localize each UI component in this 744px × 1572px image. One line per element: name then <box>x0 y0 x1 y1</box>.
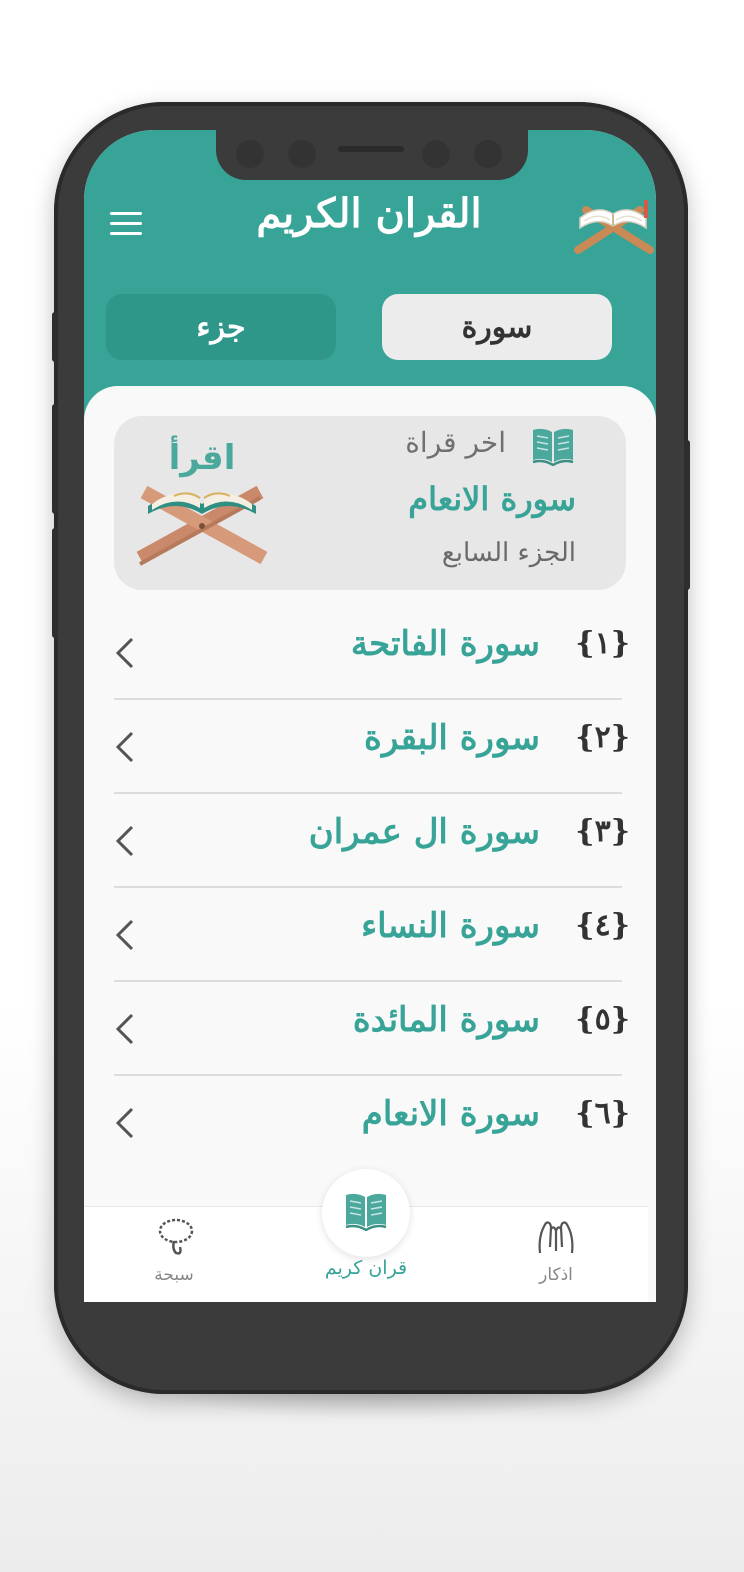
last-read-juz: الجزء السابع <box>441 538 576 568</box>
surah-name: سورة الفاتحة <box>350 624 540 664</box>
open-book-icon <box>532 428 574 466</box>
camera-dot <box>474 140 502 168</box>
volume-down-button <box>52 528 58 638</box>
volume-up-button <box>52 404 58 514</box>
quran-stand-illustration <box>136 485 268 566</box>
nav-quran[interactable]: قران كريم <box>296 1207 436 1302</box>
chevron-left-icon <box>115 1013 134 1045</box>
surah-name: سورة ال عمران <box>308 812 540 852</box>
tab-juz[interactable]: جزء <box>106 294 336 360</box>
chevron-left-icon <box>115 1107 134 1139</box>
chevron-left-icon <box>115 919 134 951</box>
mute-switch <box>52 312 58 362</box>
nav-tasbih-label: سبحة <box>154 1265 194 1285</box>
page-title: القران الكريم <box>256 190 482 237</box>
sensor-dot <box>288 140 316 168</box>
last-read-label: اخر قراة <box>405 426 506 459</box>
tab-surah-label: سورة <box>461 309 533 345</box>
list-item[interactable]: سورة الفاتحة {١} <box>84 606 656 700</box>
tab-surah[interactable]: سورة <box>382 294 612 360</box>
surah-name: سورة البقرة <box>364 718 540 758</box>
surah-number: {٥} <box>575 1002 630 1037</box>
power-button <box>684 440 690 590</box>
bottom-nav: سبحة قران كريم اذكار <box>84 1169 648 1302</box>
praying-hands-icon <box>538 1221 574 1254</box>
chevron-left-icon <box>115 637 134 669</box>
last-read-card[interactable]: اخر قراة سورة الانعام الجزء السابع اقرأ <box>114 416 626 590</box>
surah-name: سورة المائدة <box>352 1000 540 1040</box>
speaker-grille <box>338 146 404 152</box>
surah-name: سورة الانعام <box>361 1094 540 1134</box>
nav-quran-label: قران كريم <box>324 1257 408 1279</box>
surah-number: {٢} <box>575 720 630 755</box>
list-item[interactable]: سورة ال عمران {٣} <box>84 794 656 888</box>
list-item[interactable]: سورة البقرة {٢} <box>84 700 656 794</box>
surah-number: {١} <box>575 626 630 661</box>
list-item[interactable]: سورة النساء {٤} <box>84 888 656 982</box>
nav-adhkar-label: اذكار <box>539 1265 573 1285</box>
phone-notch <box>216 130 528 180</box>
list-item[interactable]: سورة الانعام {٦} <box>84 1076 656 1170</box>
surah-number: {٤} <box>575 908 630 943</box>
list-item[interactable]: سورة المائدة {٥} <box>84 982 656 1076</box>
tab-juz-label: جزء <box>196 309 246 345</box>
prayer-beads-icon <box>158 1218 194 1255</box>
sensor-dot <box>422 140 450 168</box>
surah-name: سورة النساء <box>361 906 540 946</box>
hamburger-menu-icon[interactable] <box>110 212 142 236</box>
chevron-left-icon <box>115 731 134 763</box>
surah-number: {٦} <box>575 1096 630 1131</box>
camera-dot <box>236 140 264 168</box>
app-screen: القران الكريم سورة جزء اخر قراة سورة الا… <box>84 130 656 1302</box>
quran-book-stand-icon <box>574 200 654 254</box>
surah-number: {٣} <box>575 814 630 849</box>
nav-adhkar[interactable]: اذكار <box>486 1207 626 1302</box>
content-panel: اخر قراة سورة الانعام الجزء السابع اقرأ <box>84 386 656 1302</box>
last-read-surah: سورة الانعام <box>408 480 576 518</box>
nav-tasbih[interactable]: سبحة <box>104 1207 244 1302</box>
surah-list: سورة الفاتحة {١} سورة البقرة {٢} سورة ال… <box>84 606 656 1170</box>
chevron-left-icon <box>115 825 134 857</box>
